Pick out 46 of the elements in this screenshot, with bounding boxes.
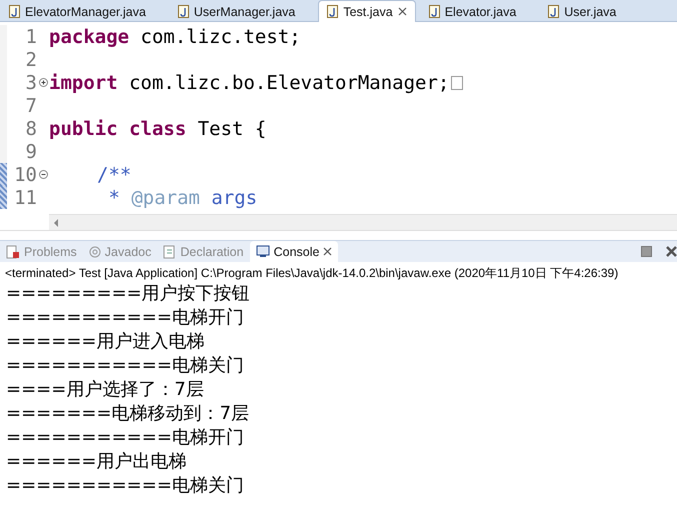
editor-tab[interactable]: UserManager.java [168,0,304,22]
folded-code-marker[interactable] [451,76,464,90]
line-number: 10 [13,164,37,186]
console-output-line: ======用户出电梯 [5,450,188,474]
declaration-icon [163,244,176,258]
horizontal-scrollbar[interactable] [49,214,677,230]
java-file-icon [327,5,338,18]
problems-icon [6,244,20,258]
close-icon[interactable] [323,247,332,256]
console-output-line: ===========电梯关门 [5,354,245,378]
console-output-line: ===========电梯开门 [5,426,245,450]
console-output-line: =======电梯移动到：7层 [5,402,250,426]
line-number: 2 [24,48,37,70]
expand-icon[interactable] [38,78,48,87]
console-output-line: =========用户按下按钮 [5,282,251,306]
editor-tab[interactable]: User.java [539,0,626,22]
editor-tab[interactable]: Test.java [318,0,416,22]
collapse-icon[interactable] [38,170,48,179]
at-sign-icon [88,246,101,258]
console-status: <terminated> Test [Java Application] C:\Program Files\Java\jdk-14.0.2\bin\javaw.exe (2020年11月10日 下午4:26:39) [4,265,620,282]
console-icon [256,245,270,258]
view-tab[interactable]: Console [250,240,338,262]
line-number: 11 [13,186,37,208]
code-line: /** [96,164,132,186]
close-icon[interactable] [666,246,677,257]
code-line: import com.lizc.bo.ElevatorManager; [49,72,450,94]
java-file-icon [548,5,560,18]
code-line: * @param args [107,186,258,208]
scroll-left-icon[interactable] [53,218,59,226]
console-output-line: ===========电梯开门 [5,306,245,330]
code-line: public class Test { [49,118,266,140]
close-icon[interactable] [398,7,407,16]
line-number: 9 [24,140,37,162]
java-file-icon [178,5,189,18]
line-number: 7 [24,94,37,116]
console-output-line: ====用户选择了：7层 [5,378,205,402]
line-number: 1 [24,26,37,48]
java-file-icon [428,5,440,18]
java-file-icon [9,5,20,18]
line-number: 8 [24,118,37,140]
console-output-line: ======用户进入电梯 [5,330,206,354]
code-line: package com.lizc.test; [49,26,301,48]
line-number: 3 [24,72,37,94]
editor-tab[interactable]: ElevatorManager.java [0,0,155,22]
console-output-line: ===========电梯关门 [5,474,245,498]
editor-tab[interactable]: Elevator.java [420,0,526,22]
